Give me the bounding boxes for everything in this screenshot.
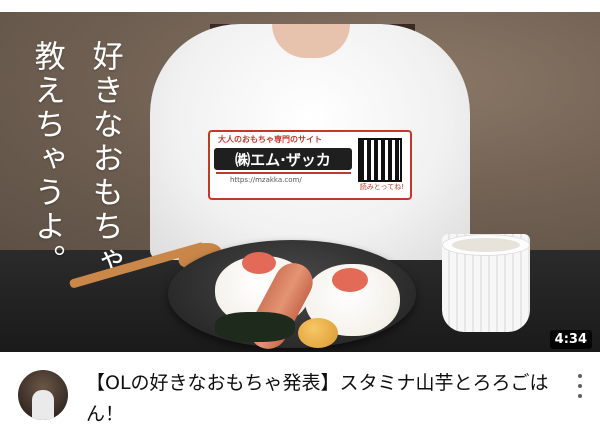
channel-avatar[interactable] (18, 370, 68, 420)
cup-contents (452, 238, 520, 252)
video-duration-badge: 4:34 (549, 330, 592, 349)
nori-garnish (215, 312, 295, 342)
video-thumbnail[interactable]: 大人のおもちゃ専門のサイト ㈱エム·ザッカ https://mzakka.com… (0, 12, 600, 352)
qr-code-icon (358, 138, 402, 182)
thumbnail-overlay-text-1: 好きなおもちゃ (86, 40, 123, 278)
more-dot (578, 374, 582, 378)
egg-yolk (298, 318, 338, 348)
video-title[interactable]: 【OLの好きなおもちゃ発表】スタミナ山芋とろろごはん！ (86, 368, 556, 430)
shirt-logo: 大人のおもちゃ専門のサイト ㈱エム·ザッカ https://mzakka.com… (208, 130, 412, 200)
shirt-logo-url: https://mzakka.com/ (230, 176, 302, 184)
more-dot (578, 384, 582, 388)
video-metadata: 【OLの好きなおもちゃ発表】スタミナ山芋とろろごはん！ (0, 352, 600, 431)
mentaiko-left (242, 252, 276, 274)
shirt-logo-divider (216, 172, 351, 174)
avatar-figure (32, 390, 54, 420)
shirt-logo-wordmark: ㈱エム·ザッカ (214, 148, 352, 170)
qr-caption: 読みとってね! (359, 183, 404, 191)
mentaiko-right (332, 268, 368, 292)
more-vertical-icon[interactable] (572, 372, 588, 400)
thumbnail-overlay-text-2: 教えちゃうよ。 (28, 40, 65, 278)
more-dot (578, 394, 582, 398)
shirt-logo-tagline: 大人のおもちゃ専門のサイト (218, 135, 322, 144)
